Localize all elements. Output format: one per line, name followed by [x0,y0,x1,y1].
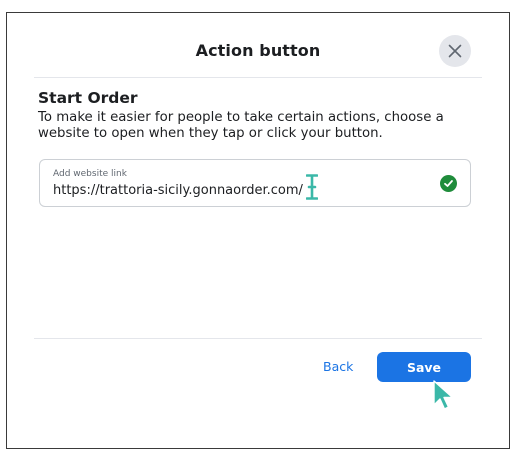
website-link-value[interactable]: https://trattoria-sicily.gonnaorder.com/ [53,183,303,198]
section-description: To make it easier for people to take cer… [38,110,444,141]
back-button[interactable]: Back [323,359,353,374]
mouse-pointer-icon [433,380,454,410]
close-button[interactable] [439,35,471,67]
action-button-dialog: Action button Start Order To make it eas… [6,12,510,449]
footer-divider [34,338,482,339]
dialog-header: Action button [7,13,509,77]
close-x-icon [448,44,462,58]
text-cursor-icon [306,174,318,200]
section-title: Start Order [38,89,138,107]
website-link-input[interactable]: Add website link https://trattoria-sicil… [39,159,471,207]
save-button[interactable]: Save [377,352,471,382]
check-circle-icon [440,175,457,192]
dialog-title: Action button [195,41,321,60]
website-link-label: Add website link [53,169,127,179]
header-divider [34,77,482,78]
